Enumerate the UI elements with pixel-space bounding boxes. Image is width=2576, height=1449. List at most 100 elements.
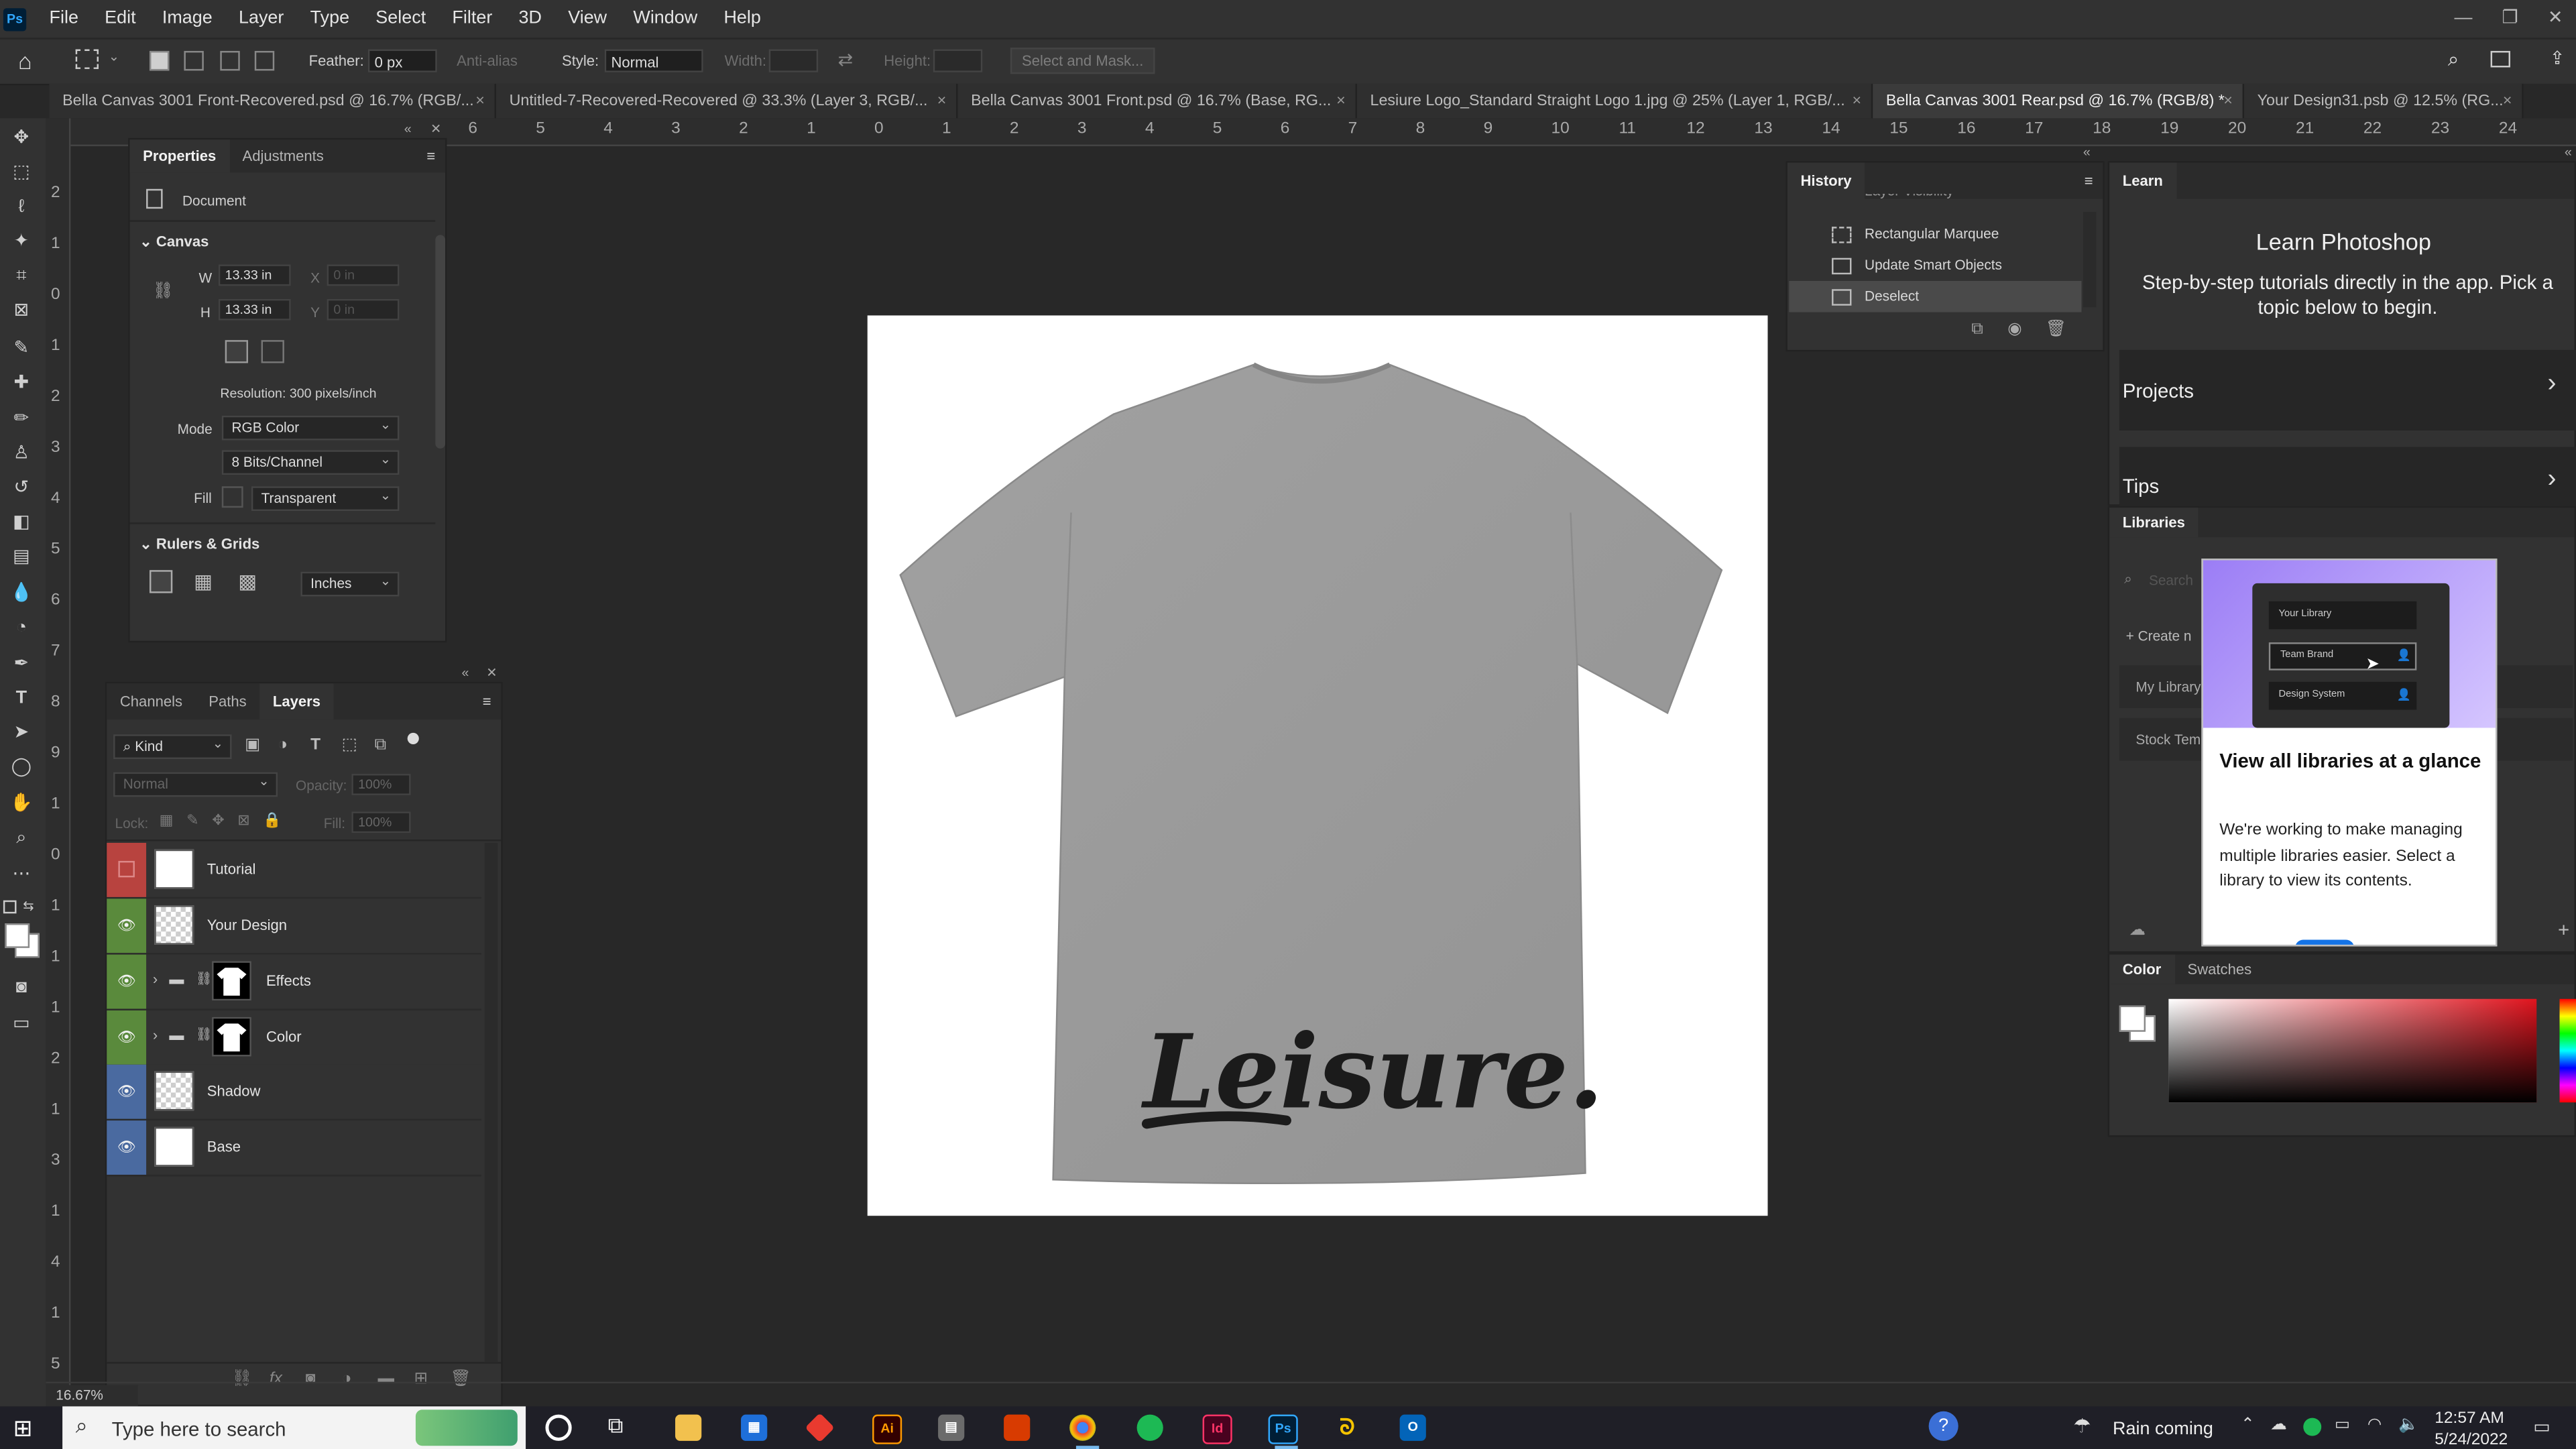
display-icon[interactable]: ▭ (2335, 1416, 2350, 1434)
close-window-button[interactable]: ✕ (2548, 0, 2563, 38)
adjustment-layer-icon[interactable]: ◑ (342, 1371, 352, 1389)
history-item[interactable]: Layer Visibility (1789, 194, 2085, 207)
properties-scrollbar[interactable] (435, 235, 446, 449)
hand-tool-icon[interactable]: ✋ (8, 791, 34, 817)
layer-row-effects[interactable]: 👁 › ▬ ⛓ Effects (107, 954, 481, 1010)
bit-depth-dropdown[interactable]: 8 Bits/Channel (221, 449, 400, 475)
tab-libraries[interactable]: Libraries (2109, 508, 2199, 538)
magic-wand-tool-icon[interactable]: ✦ (8, 229, 34, 255)
illustrator-icon[interactable]: Ai (872, 1414, 902, 1444)
quick-mask-icon[interactable]: ◙ (8, 974, 34, 1000)
width-input[interactable] (768, 49, 819, 72)
notifications-icon[interactable]: ▭ (2533, 1416, 2550, 1438)
collapse-panel-icon[interactable]: « (404, 121, 412, 136)
close-icon[interactable]: × (2503, 84, 2512, 118)
layer-row-base[interactable]: 👁 Base (107, 1120, 481, 1177)
grid-icon[interactable]: ▦ (194, 570, 213, 593)
onedrive-icon[interactable]: ☁ (2270, 1416, 2287, 1434)
collapse-panel-icon[interactable]: « (2083, 145, 2091, 160)
tab-layers[interactable]: Layers (259, 683, 334, 720)
x-input[interactable]: 0 in (327, 264, 400, 286)
tab-learn[interactable]: Learn (2109, 162, 2176, 199)
home-icon[interactable]: ⌂ (18, 48, 32, 74)
panel-menu-icon[interactable]: ≡ (2085, 163, 2103, 199)
share-icon[interactable]: ⇪ (2550, 48, 2565, 69)
eye-icon[interactable]: 👁 (117, 915, 136, 935)
foreground-color-swatch[interactable] (5, 923, 30, 948)
add-content-icon[interactable]: + (2558, 919, 2569, 941)
move-tool-icon[interactable]: ✥ (8, 125, 34, 151)
tab-document[interactable]: Bella Canvas 3001 Front.psd @ 16.7% (Bas… (957, 83, 1357, 119)
clock-date[interactable]: 5/24/2022 (2435, 1431, 2508, 1449)
filter-pixel-icon[interactable]: ▣ (245, 736, 260, 754)
path-selection-tool-icon[interactable]: ➤ (8, 719, 34, 746)
add-selection-icon[interactable] (184, 50, 204, 71)
layer-row-tutorial[interactable]: Tutorial (107, 842, 481, 899)
layer-row-your-design[interactable]: 👁 Your Design (107, 899, 481, 955)
taskbar-search-box[interactable]: ⌕ Type here to search (62, 1406, 526, 1449)
filter-adjustment-icon[interactable]: ◑ (278, 736, 288, 754)
task-view-icon[interactable]: ⧉ (608, 1413, 624, 1439)
search-icon[interactable]: ⌕ (2448, 48, 2459, 72)
tab-document-active[interactable]: Bella Canvas 3001 Rear.psd @ 16.7% (RGB/… (1873, 83, 2245, 119)
lasso-tool-icon[interactable]: ℓ (8, 194, 34, 220)
link-layers-icon[interactable]: ⛓ (231, 1371, 252, 1389)
cortana-icon[interactable] (545, 1414, 572, 1441)
tab-properties[interactable]: Properties (129, 139, 229, 173)
layer-style-icon[interactable]: fx (270, 1371, 282, 1389)
restore-button[interactable]: ❐ (2502, 0, 2518, 38)
tab-document[interactable]: Untitled-7-Recovered-Recovered @ 33.3% (… (495, 83, 958, 119)
fill-dropdown[interactable]: Transparent (251, 485, 400, 512)
weather-text[interactable]: Rain coming (2113, 1419, 2213, 1439)
projects-card[interactable]: Projects › (2119, 349, 2576, 430)
photoshop-taskbar-icon[interactable]: Ps (1268, 1414, 1298, 1444)
calculator-icon[interactable]: ▤ (938, 1414, 965, 1441)
subtract-selection-icon[interactable] (220, 50, 240, 71)
filter-type-icon[interactable]: T (310, 736, 320, 754)
new-layer-icon[interactable]: ⊞ (414, 1371, 428, 1389)
eye-icon[interactable]: 👁 (117, 971, 136, 990)
tab-swatches[interactable]: Swatches (2174, 955, 2265, 984)
fg-color-swatch[interactable] (2119, 1005, 2146, 1032)
new-document-from-state-icon[interactable]: ⧉ (1971, 321, 1983, 339)
tab-color[interactable]: Color (2109, 954, 2174, 984)
tab-paths[interactable]: Paths (196, 683, 260, 719)
menu-3d[interactable]: 3D (506, 0, 555, 38)
close-icon[interactable]: × (2223, 84, 2233, 118)
spotify-icon[interactable] (1136, 1414, 1163, 1441)
style-dropdown[interactable]: Normal (604, 49, 703, 72)
default-colors-icon[interactable] (3, 900, 17, 914)
clock-time[interactable]: 12:57 AM (2435, 1409, 2504, 1428)
clone-stamp-tool-icon[interactable]: ♙ (8, 441, 34, 467)
close-panel-icon[interactable]: ✕ (486, 665, 497, 680)
portrait-orientation-icon[interactable] (225, 340, 248, 363)
close-icon[interactable]: × (937, 84, 947, 118)
create-library-button[interactable]: + Create n (2126, 628, 2192, 644)
libraries-search-input[interactable]: Search (2149, 572, 2193, 589)
menu-help[interactable]: Help (711, 0, 774, 38)
type-tool-icon[interactable]: T (8, 685, 34, 711)
gradient-tool-icon[interactable]: ▤ (8, 544, 34, 570)
windows-start-icon[interactable]: ⊞ (13, 1415, 33, 1443)
document-canvas[interactable]: Leisure. (867, 315, 1768, 1216)
outlook-icon[interactable]: O (1399, 1414, 1426, 1441)
tips-card[interactable]: Tips › (2119, 447, 2576, 506)
blend-mode-dropdown[interactable]: Normal (113, 770, 278, 797)
help-icon[interactable]: ? (1928, 1411, 1958, 1441)
popup-action-button[interactable] (2295, 939, 2355, 945)
tab-channels[interactable]: Channels (107, 683, 195, 719)
chrome-icon[interactable] (1069, 1414, 1096, 1441)
panel-menu-icon[interactable]: ≡ (426, 139, 445, 172)
tray-chevron-up-icon[interactable]: ⌃ (2241, 1416, 2255, 1434)
panel-menu-icon[interactable]: ≡ (483, 683, 502, 719)
blur-tool-icon[interactable]: 💧 (8, 580, 34, 606)
opacity-input[interactable]: 100% (351, 774, 411, 795)
more-tools-icon[interactable]: ⋯ (8, 861, 34, 887)
select-and-mask-button[interactable]: Select and Mask... (1010, 48, 1155, 74)
eraser-tool-icon[interactable]: ◧ (8, 510, 34, 536)
pen-tool-icon[interactable]: ✒ (8, 650, 34, 677)
close-icon[interactable]: × (1853, 84, 1862, 118)
chevron-down-icon[interactable]: ⌄ (109, 50, 119, 64)
ellipse-tool-icon[interactable]: ◯ (8, 754, 34, 780)
rect-marquee-preset-icon[interactable] (75, 49, 99, 69)
